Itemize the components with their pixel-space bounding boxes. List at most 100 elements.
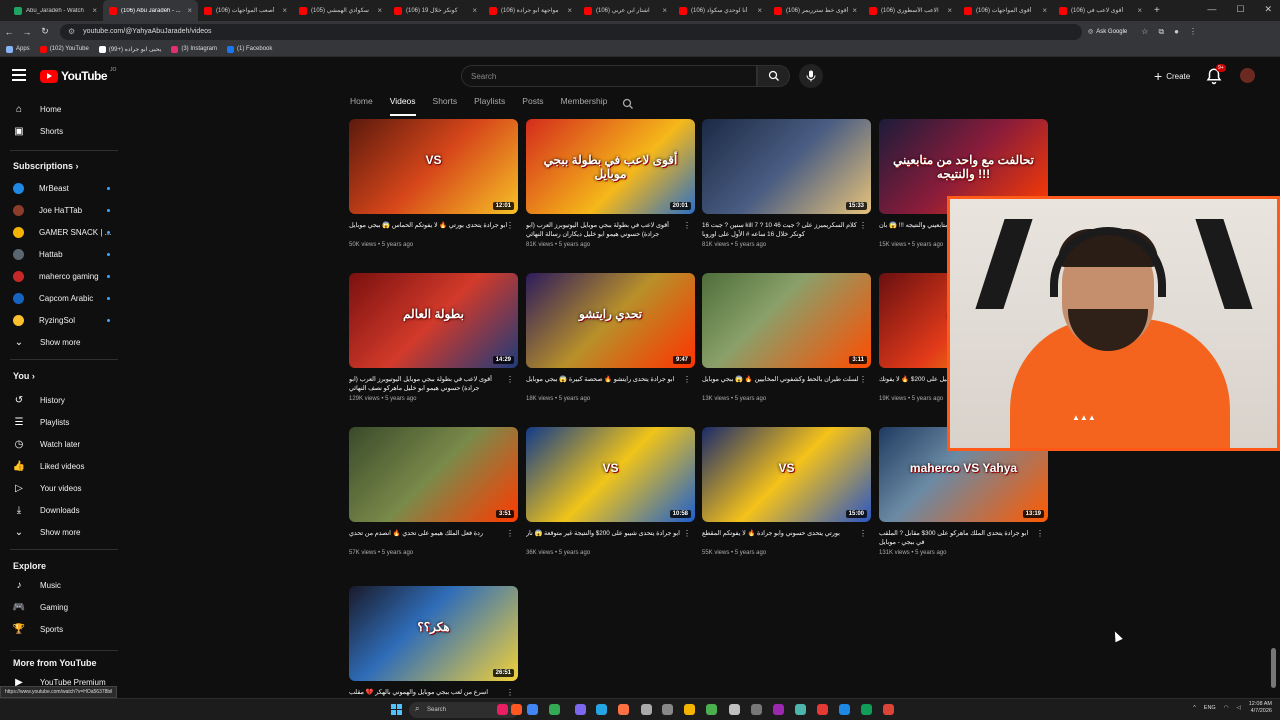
browser-tab[interactable]: (106) اشتار ابن عربي × <box>578 0 673 21</box>
sidebar-item-home[interactable]: ⌂ Home <box>0 99 128 119</box>
sidebar-item-subscription[interactable]: Joe HaTTab <box>0 200 128 220</box>
sidebar-item-subscription[interactable]: MrBeast <box>0 178 128 198</box>
taskbar-app-icon[interactable] <box>641 704 652 715</box>
sidebar-item-gaming[interactable]: 🎮 Gaming <box>0 597 128 617</box>
video-thumbnail[interactable]: VS 15:00 <box>702 427 871 522</box>
video-title[interactable]: أقوى لاعب في بطولة ببجي موبايل اليوتيوبر… <box>349 375 518 395</box>
sidebar-item-downloads[interactable]: ⤓ Downloads <box>0 500 128 520</box>
tab-close-icon[interactable]: × <box>92 6 97 15</box>
minimize-icon[interactable]: — <box>1207 4 1216 15</box>
video-card[interactable]: VS 15:00 بورتي يتحدى حسوني وابو جرادة 🔥 لا… <box>702 427 871 556</box>
video-thumbnail[interactable]: هكر؟؟ 26:51 <box>349 586 518 681</box>
site-info-icon[interactable]: ⚙ <box>68 27 75 36</box>
browser-tab[interactable]: (106) أقوى خط سترريمر × <box>768 0 863 21</box>
video-card[interactable]: 15:33 كلام السكريميرز على ? جبت 46 kill 7… <box>702 119 871 248</box>
volume-icon[interactable]: ◁ <box>1237 705 1241 711</box>
reload-icon[interactable]: ↻ <box>36 26 54 37</box>
bookmark-item[interactable]: Apps <box>6 45 30 53</box>
system-clock[interactable]: 12:08 AM 4/7/2026 <box>1249 701 1272 715</box>
video-card[interactable]: بطولة العالم 14:29 أقوى لاعب في بطولة ببجي… <box>349 273 518 402</box>
browser-tab[interactable]: Abu_Jaradeh - Watch × <box>8 0 103 21</box>
video-title[interactable]: ردة فعل الملك هيمو على تحدي 🔥 انصدم من ت… <box>349 529 518 549</box>
taskbar-app-icon[interactable] <box>497 704 508 715</box>
bookmark-item[interactable]: يحيى ابو جراده (+99) <box>98 45 161 53</box>
sidebar-item-music[interactable]: ♪ Music <box>0 575 128 595</box>
channel-search-icon[interactable] <box>622 98 634 110</box>
sidebar-item-subscription[interactable]: Hattab <box>0 244 128 264</box>
menu-icon[interactable]: ⋮ <box>1189 27 1197 37</box>
forward-icon[interactable]: → <box>18 27 36 37</box>
video-options-icon[interactable]: ⋮ <box>859 221 867 230</box>
video-options-icon[interactable]: ⋮ <box>506 375 514 384</box>
back-icon[interactable]: ← <box>0 27 18 37</box>
taskbar-app-icon[interactable] <box>575 704 586 715</box>
taskbar-app-icon[interactable] <box>729 704 740 715</box>
channel-tab-membership[interactable]: Membership <box>561 96 608 116</box>
video-options-icon[interactable]: ⋮ <box>506 221 514 230</box>
video-options-icon[interactable]: ⋮ <box>859 375 867 384</box>
video-title[interactable]: كلام السكريميرز على ? جبت 46 kill 7 ? 10… <box>702 221 871 241</box>
video-thumbnail[interactable]: 3:11 <box>702 273 871 368</box>
taskbar-app-icon[interactable] <box>527 704 538 715</box>
sidebar-item-subscription[interactable]: GAMER SNACK | ... <box>0 222 128 242</box>
sidebar-item-watch-later[interactable]: ◷ Watch later <box>0 434 128 454</box>
video-options-icon[interactable]: ⋮ <box>859 529 867 538</box>
video-card[interactable]: VS 12:01 ابو جرادة يتحدى بورتي 🔥 لا يفوتكم… <box>349 119 518 248</box>
tab-close-icon[interactable]: × <box>852 6 857 15</box>
close-window-icon[interactable]: ✕ <box>1264 4 1272 15</box>
taskbar-app-icon[interactable] <box>596 704 607 715</box>
taskbar-app-icon[interactable] <box>773 704 784 715</box>
taskbar-app-icon[interactable] <box>751 704 762 715</box>
bookmark-item[interactable]: (1) Facebook <box>227 45 272 53</box>
video-options-icon[interactable]: ⋮ <box>683 221 691 230</box>
sidebar-item-playlists[interactable]: ☰ Playlists <box>0 412 128 432</box>
sidebar-show-more-you[interactable]: ⌄ Show more <box>0 522 128 542</box>
taskbar-app-icon[interactable] <box>511 704 522 715</box>
channel-tab-playlists[interactable]: Playlists <box>474 96 505 116</box>
extensions-icon[interactable]: ⧉ <box>1158 27 1164 37</box>
video-card[interactable]: تحدي رايتشو 9:47 ابو جرادة يتحدى رايتشو 🔥 … <box>526 273 695 402</box>
browser-tab[interactable]: (106) أصعب المواجهات × <box>198 0 293 21</box>
sidebar-item-subscription[interactable]: RyzingSol <box>0 310 128 330</box>
video-title[interactable]: ابو جرادة يتحدى بورتي 🔥 لا يفوتكم الحماس… <box>349 221 518 241</box>
taskbar-app-icon[interactable] <box>795 704 806 715</box>
tab-close-icon[interactable]: × <box>377 6 382 15</box>
hamburger-menu-icon[interactable] <box>12 69 26 81</box>
taskbar-app-icon[interactable] <box>861 704 872 715</box>
sidebar-item-subscription[interactable]: Capcom Arabic <box>0 288 128 308</box>
browser-tab[interactable]: (106) مواجهة ابو جرادة × <box>483 0 578 21</box>
browser-tab[interactable]: (106) أنا لوحدي سكواد × <box>673 0 768 21</box>
taskbar-app-icon[interactable] <box>839 704 850 715</box>
video-options-icon[interactable]: ⋮ <box>506 688 514 697</box>
video-title[interactable]: لسلت طيران بالحظ وكشفوني المخابيين 🔥 😱 ب… <box>702 375 871 395</box>
channel-tab-videos[interactable]: Videos <box>389 96 416 116</box>
video-card[interactable]: 3:11 لسلت طيران بالحظ وكشفوني المخابيين 🔥… <box>702 273 871 402</box>
video-card[interactable]: VS 10:58 ابو جرادة يتحدى شيبو على 200$ وال… <box>526 427 695 556</box>
video-title[interactable]: ابو جرادة يتحدى الملك ماهركو على 300$ مق… <box>879 529 1048 549</box>
bookmark-item[interactable]: (102) YouTube <box>39 45 89 53</box>
maximize-icon[interactable]: ☐ <box>1236 4 1244 15</box>
browser-tab[interactable]: (106) الاعب الأسطوري × <box>863 0 958 21</box>
video-title[interactable]: ابو جرادة يتحدى رايتشو 🔥 صحصة كبيرة 😱 بب… <box>526 375 695 395</box>
video-options-icon[interactable]: ⋮ <box>683 529 691 538</box>
tab-close-icon[interactable]: × <box>472 6 477 15</box>
sidebar-item-your-videos[interactable]: ▷ Your videos <box>0 478 128 498</box>
new-tab-button[interactable]: + <box>1154 5 1160 16</box>
bookmark-item[interactable]: (3) Instagram <box>171 45 217 53</box>
video-thumbnail[interactable]: أقوى لاعب في بطولة ببجي موبايل 20:01 <box>526 119 695 214</box>
video-thumbnail[interactable]: تحدي رايتشو 9:47 <box>526 273 695 368</box>
page-scrollbar[interactable] <box>1271 648 1276 688</box>
search-input[interactable]: Search <box>461 65 757 87</box>
account-avatar[interactable] <box>1240 68 1255 83</box>
video-card[interactable]: أقوى لاعب في بطولة ببجي موبايل 20:01 أقوى … <box>526 119 695 248</box>
taskbar-app-icon[interactable] <box>706 704 717 715</box>
tab-close-icon[interactable]: × <box>567 6 572 15</box>
video-title[interactable]: ابو جرادة يتحدى شيبو على 200$ والنتيجة غ… <box>526 529 695 549</box>
channel-tab-home[interactable]: Home <box>350 96 373 116</box>
windows-start-icon[interactable] <box>391 704 402 715</box>
video-title[interactable]: بورتي يتحدى حسوني وابو جرادة 🔥 لا يفوتكم… <box>702 529 871 549</box>
profile-icon[interactable]: ● <box>1174 27 1179 37</box>
sidebar-item-subscription[interactable]: maherco gaming <box>0 266 128 286</box>
video-options-icon[interactable]: ⋮ <box>1036 529 1044 538</box>
search-button[interactable] <box>757 65 790 87</box>
